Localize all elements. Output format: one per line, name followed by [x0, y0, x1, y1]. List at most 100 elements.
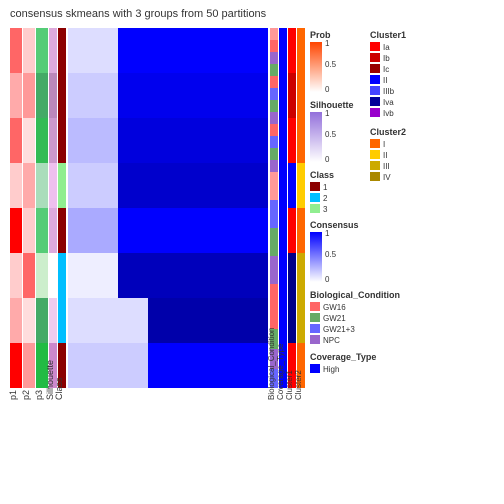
cl2-legend-title: Cluster2 [370, 127, 406, 137]
biocond-r9 [270, 124, 278, 136]
cl2-label-iv: IV [383, 173, 391, 182]
heatmap-r5-light [68, 208, 118, 253]
p1-block7 [10, 298, 22, 343]
cl1-label-ic: Ic [383, 65, 389, 74]
cons-label-1: 1 [325, 229, 330, 238]
cl2-r2 [297, 73, 305, 118]
biocond-r1 [270, 28, 278, 40]
p3-block1 [36, 28, 48, 73]
cl1-label-iva: Iva [383, 98, 394, 107]
cl2-r4 [297, 163, 305, 208]
biocond-r15 [270, 228, 278, 256]
sil-block5 [49, 208, 57, 253]
cl2-r7 [297, 298, 305, 343]
xlabel-cl2: Cluster2 [294, 370, 303, 400]
heatmap-r1-light [68, 28, 118, 73]
cons-legend-title: Consensus [310, 220, 359, 230]
biocond-color-gw21 [310, 313, 320, 322]
sil-block2 [49, 73, 57, 118]
sil-block1 [49, 28, 57, 73]
biocond-label-gw213: GW21+3 [323, 325, 355, 334]
cl2-r6 [297, 253, 305, 298]
class-color-1 [310, 182, 320, 191]
p3-block5 [36, 208, 48, 253]
cl1-r5 [288, 208, 296, 253]
sil-label-0: 0 [325, 155, 330, 164]
p2-block3 [23, 118, 35, 163]
biocond-r8 [270, 112, 278, 124]
cl2-r3 [297, 118, 305, 163]
class-legend-title: Class [310, 170, 334, 180]
p2-block2 [23, 73, 35, 118]
p1-block8 [10, 343, 22, 388]
class-block4 [58, 163, 66, 208]
xlabel-p2: p2 [21, 390, 31, 400]
sil-block7 [49, 298, 57, 343]
class-label-3: 3 [323, 205, 328, 214]
xlabel-biocond: Biological_Condition [267, 328, 276, 401]
cl1-color-ib [370, 53, 380, 62]
cl1-color-ic [370, 64, 380, 73]
xlabel-cl1: Cluster1 [285, 370, 294, 400]
p2-block4 [23, 163, 35, 208]
cons-label-0: 0 [325, 275, 330, 284]
p1-block2 [10, 73, 22, 118]
cl1-legend-title: Cluster1 [370, 30, 406, 40]
class-block1 [58, 28, 66, 73]
biocond-color-gw213 [310, 324, 320, 333]
cl2-color-i [370, 139, 380, 148]
prob-label-1: 1 [325, 39, 330, 48]
xlabel-p3: p3 [34, 390, 44, 400]
biocond-r16 [270, 256, 278, 284]
sil-block6 [49, 253, 57, 298]
p3-block4 [36, 163, 48, 208]
p1-block4 [10, 163, 22, 208]
p2-block6 [23, 253, 35, 298]
sil-gradient [310, 112, 322, 162]
main-svg: p1 p2 p3 Silhouette Class Biological_Con… [0, 0, 504, 504]
p3-block3 [36, 118, 48, 163]
xlabel-covtype: Coverage_Type [276, 343, 285, 400]
class-block6 [58, 253, 66, 298]
biocond-r13 [270, 172, 278, 200]
cl2-label-iii: III [383, 162, 390, 171]
biocond-r17 [270, 284, 278, 329]
biocond-label-gw16: GW16 [323, 303, 346, 312]
sil-block4 [49, 163, 57, 208]
biocond-r14 [270, 200, 278, 228]
class-block5 [58, 208, 66, 253]
cl1-color-iiib [370, 86, 380, 95]
cl1-label-ivb: Ivb [383, 109, 394, 118]
cl1-color-ivb [370, 108, 380, 117]
xlabel-p1: p1 [8, 390, 18, 400]
heatmap-r4-dark [118, 163, 268, 208]
cl1-r4 [288, 163, 296, 208]
p2-block5 [23, 208, 35, 253]
prob-gradient [310, 42, 322, 92]
covtype-col [279, 28, 287, 388]
heatmap-r8-light [68, 343, 148, 388]
biocond-r10 [270, 136, 278, 148]
chart-container: consensus skmeans with 3 groups from 50 … [0, 0, 504, 504]
cl1-r3 [288, 118, 296, 163]
cl2-r1 [297, 28, 305, 73]
cl1-r7 [288, 298, 296, 343]
covtype-label-high: High [323, 365, 339, 374]
cl2-label-i: I [383, 140, 385, 149]
sil-label-05: 0.5 [325, 130, 337, 139]
class-block7 [58, 298, 66, 343]
cl1-color-ia [370, 42, 380, 51]
p1-block5 [10, 208, 22, 253]
class-color-2 [310, 193, 320, 202]
covtype-color-high [310, 364, 320, 373]
class-label-2: 2 [323, 194, 328, 203]
cl1-label-iiib: IIIb [383, 87, 395, 96]
xlabel-class: Class [54, 377, 64, 400]
p1-block6 [10, 253, 22, 298]
p3-block2 [36, 73, 48, 118]
biocond-r11 [270, 148, 278, 160]
cl2-r5 [297, 208, 305, 253]
cl1-label-ii: II [383, 76, 387, 85]
cons-label-05: 0.5 [325, 250, 337, 259]
biocond-r5 [270, 76, 278, 88]
